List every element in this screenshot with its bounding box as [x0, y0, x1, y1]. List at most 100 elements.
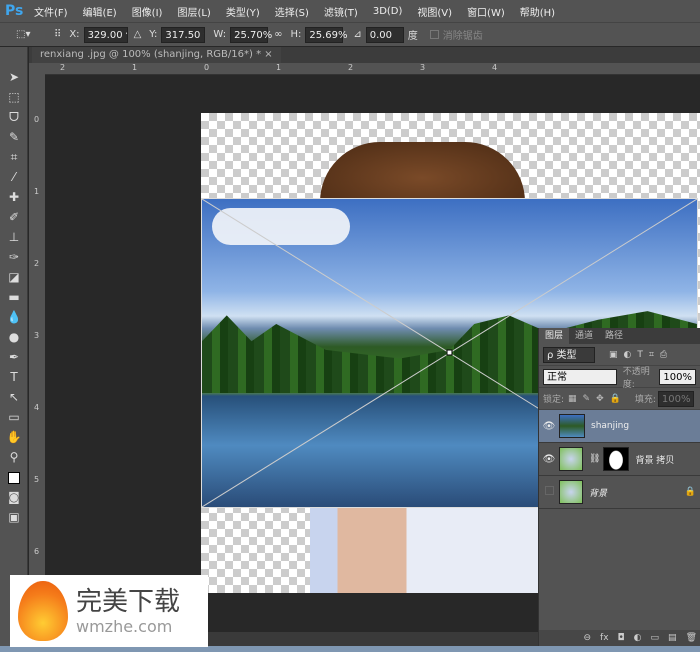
w-label: W:	[213, 29, 227, 40]
quick-mask-icon[interactable]: ◙	[0, 487, 28, 507]
add-mask-icon[interactable]: ◘	[618, 633, 625, 643]
options-bar: ⬚▾ ⠿ X: 329.00 像] △ Y: 317.50 像] W: 25.7…	[0, 22, 700, 46]
x-label: X:	[69, 29, 80, 40]
menu-edit[interactable]: 编辑(E)	[83, 4, 117, 19]
marquee-tool-icon[interactable]: ⬚	[0, 87, 28, 107]
horizontal-ruler: 2 1 0 1 2 3 4	[45, 63, 700, 75]
menu-view[interactable]: 视图(V)	[417, 4, 452, 19]
delta-icon[interactable]: △	[134, 29, 142, 40]
menu-filter[interactable]: 滤镜(T)	[324, 4, 358, 19]
healing-brush-icon[interactable]: ✚	[0, 187, 28, 207]
y-label: Y:	[149, 29, 158, 40]
stamp-tool-icon[interactable]: ⊥	[0, 227, 28, 247]
color-swatches[interactable]	[0, 467, 28, 487]
hand-tool-icon[interactable]: ✋	[0, 427, 28, 447]
fill-input[interactable]: 100%	[657, 390, 695, 407]
filter-icons[interactable]: ▣◐T⌗⎙	[609, 350, 673, 360]
y-input[interactable]: 317.50 像]	[161, 26, 206, 43]
tab-layers[interactable]: 图层	[539, 328, 570, 344]
reference-point-icon[interactable]: ⠿	[54, 29, 61, 40]
ruler-tick: 1	[34, 187, 40, 196]
ruler-tick: 2	[60, 63, 66, 72]
document-tab[interactable]: renxiang .jpg @ 100% (shanjing, RGB/16*)…	[32, 47, 281, 63]
new-layer-icon[interactable]: ▤	[668, 633, 677, 643]
height-input[interactable]: 25.69%	[305, 26, 347, 43]
fx-icon[interactable]: fx	[600, 633, 609, 643]
menu-file[interactable]: 文件(F)	[34, 4, 68, 19]
layer-background-copy[interactable]: 👁 ⛓ 背景 拷贝	[539, 443, 700, 476]
transform-tool-icon[interactable]: ⬚▾	[16, 29, 40, 40]
layer-filter-select[interactable]: ρ 类型	[543, 346, 595, 363]
layer-name: 背景	[589, 488, 608, 499]
lasso-tool-icon[interactable]: ᗜ	[0, 107, 28, 127]
layer-mask-thumbnail[interactable]	[603, 447, 630, 471]
gradient-tool-icon[interactable]: ▬	[0, 287, 28, 307]
path-select-icon[interactable]: ↖	[0, 387, 28, 407]
menu-help[interactable]: 帮助(H)	[520, 4, 555, 19]
tab-paths[interactable]: 路径	[599, 328, 629, 344]
menu-image[interactable]: 图像(I)	[132, 4, 163, 19]
chain-icon[interactable]: ⛓	[589, 454, 600, 464]
layers-panel: 图层 通道 路径 ρ 类型 ▣◐T⌗⎙ 正常 不透明度: 100% 锁定: ▦✎…	[538, 328, 700, 646]
dodge-tool-icon[interactable]: ●	[0, 327, 28, 347]
move-tool-icon[interactable]: ➤	[0, 67, 28, 87]
screen-mode-icon[interactable]: ▣	[0, 507, 28, 527]
layer-name: shanjing	[591, 421, 630, 431]
watermark: 完美下载 wmzhe.com	[10, 575, 208, 647]
angle-icon: ⊿	[353, 29, 362, 40]
ruler-tick: 2	[348, 63, 354, 72]
lock-icons[interactable]: ▦✎✥🔒	[568, 394, 627, 404]
menu-3d[interactable]: 3D(D)	[373, 6, 403, 17]
shape-tool-icon[interactable]: ▭	[0, 407, 28, 427]
tools-panel: ➤ ⬚ ᗜ ✎ ⌗ ⁄ ✚ ✐ ⊥ ✑ ◪ ▬ 💧 ● ✒ T ↖ ▭ ✋ ⚲ …	[0, 47, 28, 647]
menu-select[interactable]: 选择(S)	[275, 4, 309, 19]
antialias-checkbox[interactable]	[429, 30, 439, 39]
zoom-tool-icon[interactable]: ⚲	[0, 447, 28, 467]
watermark-url: wmzhe.com	[76, 616, 173, 636]
layer-thumbnail	[559, 414, 585, 438]
width-input[interactable]: 25.70%	[230, 26, 272, 43]
eyedropper-icon[interactable]: ⁄	[0, 167, 28, 187]
ruler-tick: 2	[34, 259, 40, 268]
watermark-title: 完美下载	[76, 586, 181, 617]
opacity-input[interactable]: 100%	[659, 368, 696, 385]
layer-background[interactable]: 背景 🔒	[539, 476, 700, 509]
antialias-label: 消除锯齿	[442, 31, 483, 42]
lock-label: 锁定:	[543, 395, 565, 405]
delete-icon[interactable]: 🗑	[686, 633, 697, 643]
x-input[interactable]: 329.00 像]	[83, 26, 128, 43]
angle-input[interactable]: 0.00	[365, 26, 404, 43]
ruler-tick: 3	[420, 63, 426, 72]
link-icon[interactable]: ∞	[274, 29, 282, 40]
layer-name: 背景 拷贝	[635, 455, 675, 466]
history-brush-icon[interactable]: ✑	[0, 247, 28, 267]
blur-tool-icon[interactable]: 💧	[0, 307, 28, 327]
eye-icon[interactable]: 👁	[539, 421, 559, 432]
app-logo: Ps	[5, 3, 24, 19]
menu-window[interactable]: 窗口(W)	[467, 4, 505, 19]
eraser-icon[interactable]: ◪	[0, 267, 28, 287]
layer-shanjing[interactable]: 👁 shanjing	[539, 410, 700, 443]
brush-tool-icon[interactable]: ✐	[0, 207, 28, 227]
fill-label: 填充:	[634, 395, 656, 405]
quick-select-icon[interactable]: ✎	[0, 127, 28, 147]
ruler-tick: 4	[492, 63, 498, 72]
ruler-tick: 1	[276, 63, 282, 72]
menu-layer[interactable]: 图层(L)	[177, 4, 210, 19]
menu-type[interactable]: 类型(Y)	[226, 4, 260, 19]
crop-tool-icon[interactable]: ⌗	[0, 147, 28, 167]
opacity-label: 不透明度:	[622, 366, 650, 390]
link-layers-icon[interactable]: ⊖	[584, 633, 592, 643]
hair-image	[320, 142, 525, 202]
eye-icon[interactable]: 👁	[539, 454, 559, 465]
document-tab-label: renxiang .jpg @ 100% (shanjing, RGB/16*)…	[40, 49, 262, 60]
tab-channels[interactable]: 通道	[569, 328, 599, 344]
pen-tool-icon[interactable]: ✒	[0, 347, 28, 367]
h-label: H:	[290, 29, 302, 40]
visibility-toggle[interactable]	[539, 486, 559, 498]
close-tab-icon[interactable]: ×	[264, 49, 272, 60]
group-icon[interactable]: ▭	[651, 633, 660, 643]
type-tool-icon[interactable]: T	[0, 367, 28, 387]
blend-mode-select[interactable]: 正常	[543, 368, 617, 385]
adjustment-icon[interactable]: ◐	[634, 633, 642, 643]
